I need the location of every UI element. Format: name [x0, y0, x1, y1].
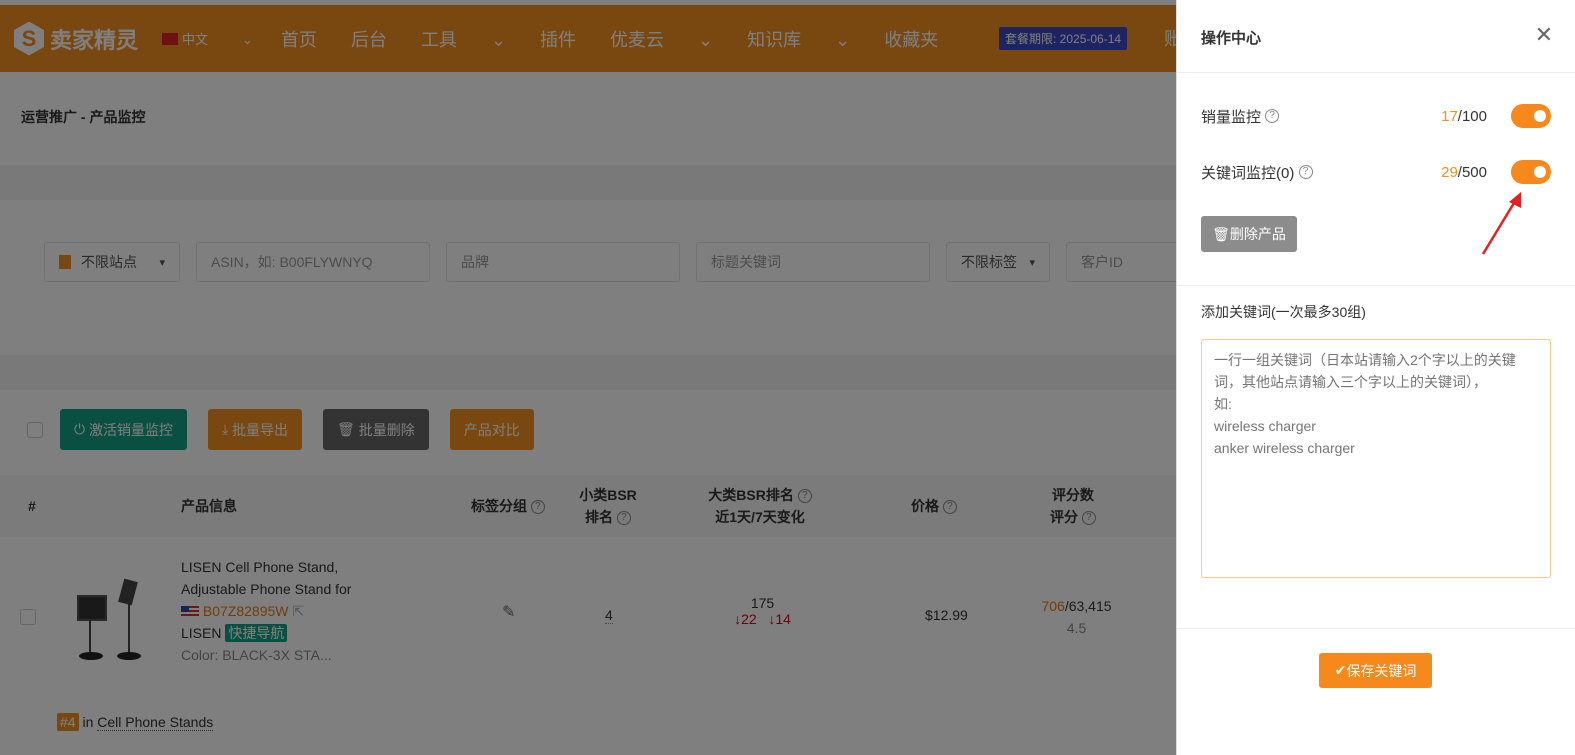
keyword-monitor-toggle[interactable] [1511, 160, 1551, 184]
save-keywords-button[interactable]: ✔保存关键词 [1319, 653, 1432, 688]
red-arrow-annotation [1477, 190, 1527, 260]
keyword-monitor-count: 29/500 [1441, 164, 1487, 181]
drawer-title: 操作中心 [1201, 27, 1261, 48]
help-icon[interactable]: ? [1299, 165, 1313, 179]
check-icon: ✔ [1335, 662, 1347, 679]
close-icon[interactable]: ✕ [1535, 22, 1553, 48]
add-keywords-label: 添加关键词(一次最多30组) [1201, 302, 1366, 322]
divider [1177, 628, 1575, 629]
trash-icon: 🗑 [1212, 226, 1230, 243]
sales-monitor-label: 销量监控 [1201, 106, 1261, 127]
sales-monitor-toggle[interactable] [1511, 104, 1551, 128]
keyword-monitor-label: 关键词监控(0) [1201, 162, 1294, 183]
help-icon[interactable]: ? [1265, 109, 1279, 123]
keywords-textarea[interactable] [1201, 339, 1551, 578]
delete-product-button[interactable]: 🗑删除产品 [1201, 216, 1297, 252]
sales-monitor-count: 17/100 [1441, 108, 1487, 125]
sales-monitor-row: 销量监控 ? 17/100 [1201, 104, 1551, 128]
divider [1177, 285, 1575, 286]
keyword-monitor-row: 关键词监控(0) ? 29/500 [1201, 160, 1551, 184]
modal-overlay[interactable] [0, 0, 1176, 755]
divider [1177, 72, 1575, 73]
operation-center-drawer: 操作中心 ✕ 销量监控 ? 17/100 关键词监控(0) ? 29/500 🗑… [1176, 0, 1575, 755]
